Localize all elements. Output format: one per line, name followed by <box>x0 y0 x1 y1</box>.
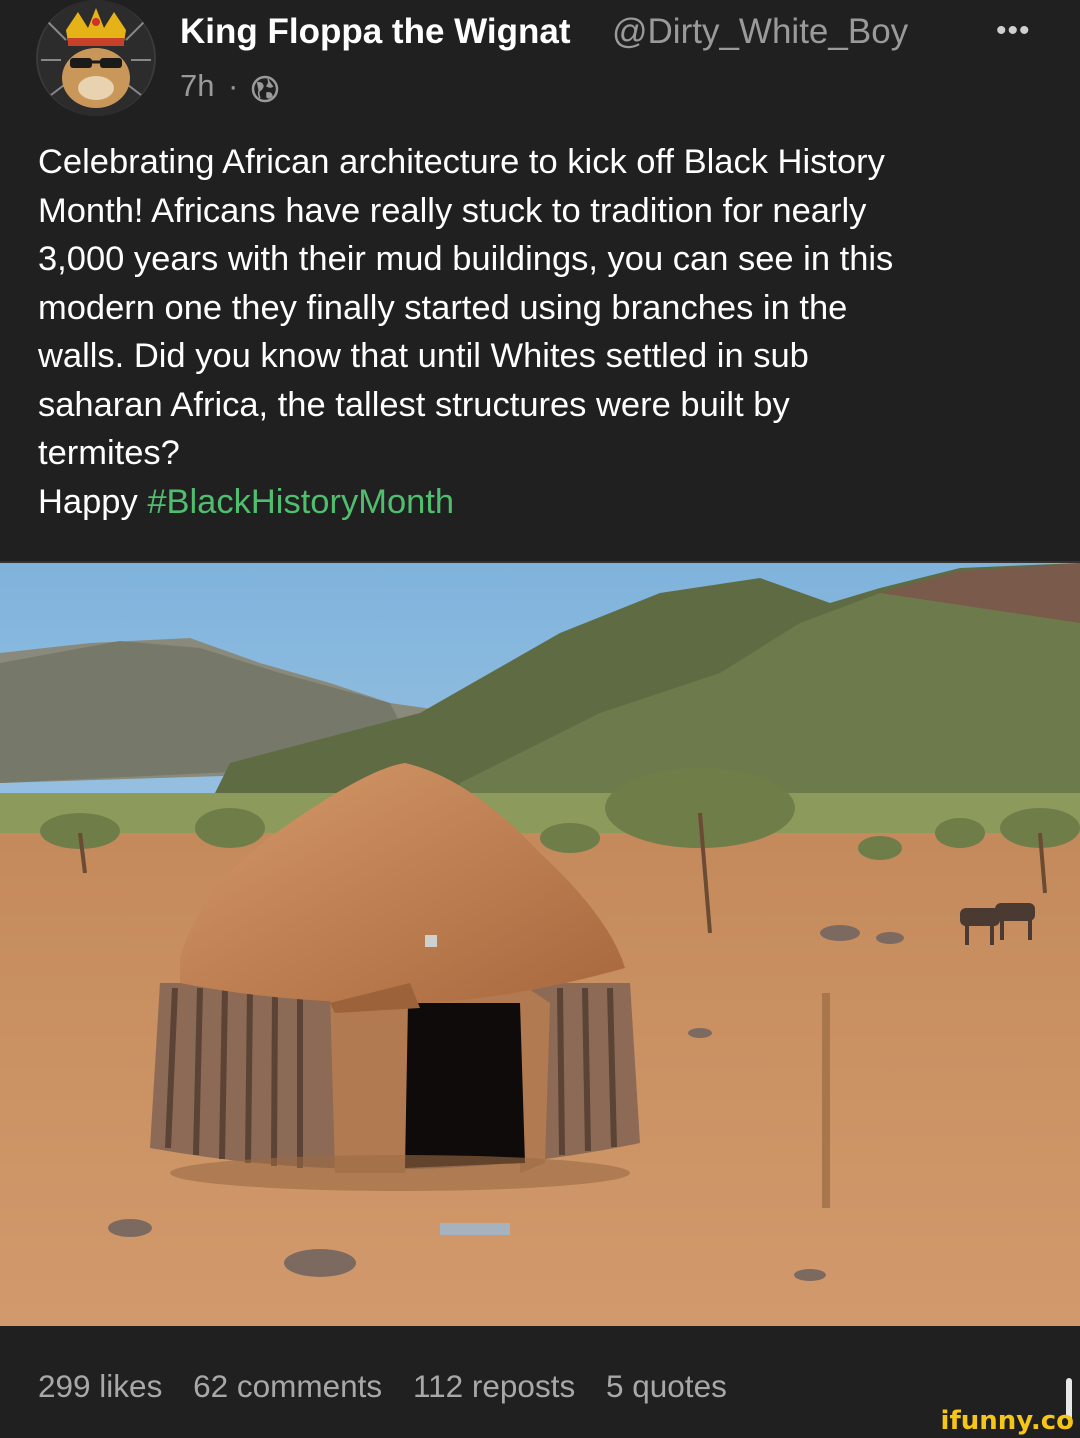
post-text-line: Month! Africans have really stuck to tra… <box>38 191 867 230</box>
post-text-line: saharan Africa, the tallest structures w… <box>38 385 790 424</box>
author-name[interactable]: King Floppa the Wignat <box>180 12 570 52</box>
post-text: Celebrating African architecture to kick… <box>38 138 1048 526</box>
hashtag-link[interactable]: #BlackHistoryMonth <box>147 483 454 521</box>
comments-count[interactable]: 62 comments <box>193 1368 382 1404</box>
post-stats: 299 likes 62 comments 112 reposts 5 quot… <box>38 1368 749 1405</box>
likes-count[interactable]: 299 likes <box>38 1368 162 1404</box>
globe-icon <box>251 75 279 103</box>
post-text-last-line: Happy #BlackHistoryMonth <box>38 478 1048 527</box>
post-text-prefix: Happy <box>38 482 148 521</box>
watermark: ifunny.co <box>940 1406 1074 1436</box>
more-options-icon[interactable]: ••• <box>996 14 1031 48</box>
post-text-line: termites? <box>38 434 180 472</box>
hut-photo <box>0 563 1080 1326</box>
author-handle[interactable]: @Dirty_White_Boy <box>612 12 908 52</box>
avatar[interactable] <box>36 0 156 116</box>
reposts-count[interactable]: 112 reposts <box>413 1368 575 1404</box>
quotes-count[interactable]: 5 quotes <box>606 1368 727 1404</box>
post-text-line: modern one they finally started using br… <box>38 288 848 327</box>
avatar-image <box>38 0 154 116</box>
post-text-line: Celebrating African architecture to kick… <box>38 143 885 181</box>
post-text-line: 3,000 years with their mud buildings, yo… <box>38 240 894 278</box>
post-card: King Floppa the Wignat @Dirty_White_Boy … <box>0 0 1080 1438</box>
post-image[interactable] <box>0 561 1080 1326</box>
post-timestamp: 7h <box>180 68 215 103</box>
post-text-line: walls. Did you know that until Whites se… <box>38 337 809 375</box>
meta-separator: · <box>228 68 239 103</box>
